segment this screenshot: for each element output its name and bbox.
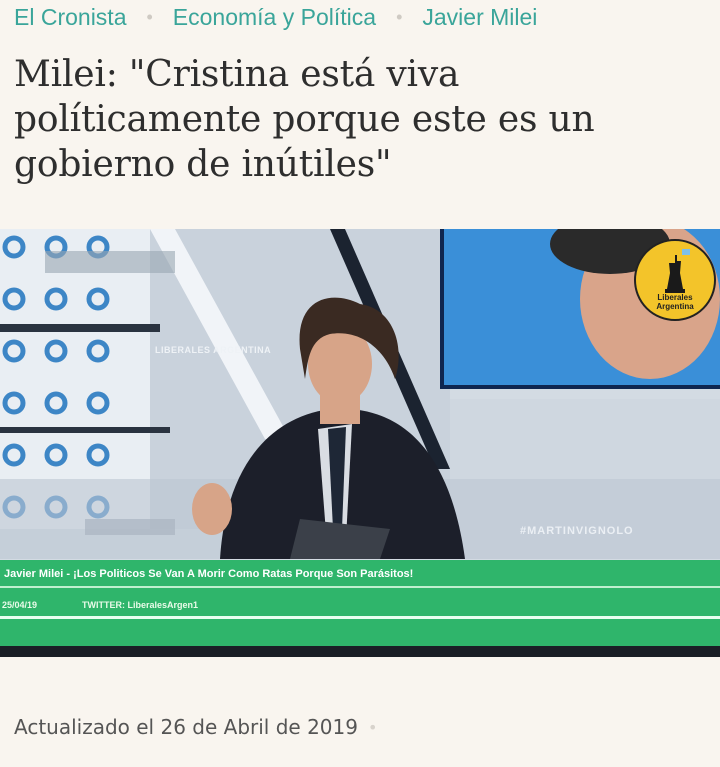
- breadcrumb-separator: •: [146, 6, 153, 27]
- article-video[interactable]: Liberales Argentina LIBERALES ARGENTINA …: [0, 229, 720, 657]
- breadcrumb-link-el-cronista[interactable]: El Cronista: [14, 4, 126, 31]
- logo-sublabel: Argentina: [656, 302, 694, 311]
- ticker-date: 25/04/19: [2, 600, 38, 610]
- statue-of-liberty-icon: [665, 249, 690, 293]
- article-title: Milei: "Cristina está viva políticamente…: [14, 54, 595, 185]
- updated-date: Actualizado el 26 de Abril de 2019: [14, 715, 358, 739]
- breadcrumb-link-javier-milei[interactable]: Javier Milei: [422, 4, 537, 31]
- breadcrumb-separator: •: [396, 6, 403, 27]
- news-ticker: Javier Milei - ¡Los Politicos Se Van A M…: [0, 560, 720, 646]
- watermark-channel: LIBERALES ARGENTINA: [155, 345, 272, 355]
- meta-separator: •: [367, 717, 378, 737]
- liberales-argentina-logo: Liberales Argentina: [634, 239, 716, 321]
- breadcrumb-link-economia-y-politica[interactable]: Economía y Política: [173, 4, 376, 31]
- ticker-divider: [0, 586, 720, 588]
- breadcrumb: El Cronista • Economía y Política • Javi…: [14, 2, 537, 32]
- ticker-progress-bar: [0, 616, 720, 619]
- article-meta: Actualizado el 26 de Abril de 2019 •: [14, 712, 377, 742]
- ticker-twitter: TWITTER: LiberalesArgen1: [82, 600, 199, 610]
- watermark-hashtag: #MARTINVIGNOLO: [520, 525, 634, 537]
- logo-label: Liberales: [657, 293, 693, 302]
- ticker-headline: Javier Milei - ¡Los Politicos Se Van A M…: [4, 568, 414, 580]
